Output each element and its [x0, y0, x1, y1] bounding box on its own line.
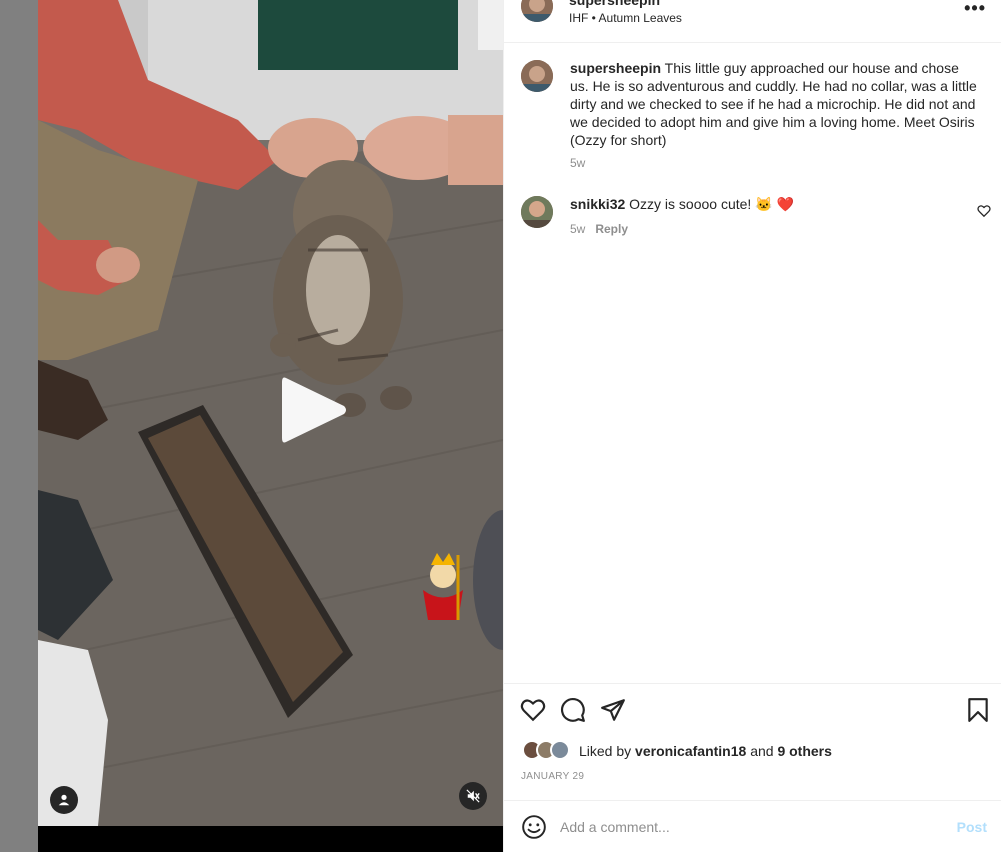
author-username[interactable]: supersheepin [569, 0, 660, 8]
post-details-panel: supersheepin IHF • Autumn Leaves ••• sup… [503, 0, 1001, 852]
commenter-username[interactable]: snikki32 [570, 196, 625, 212]
emoji-icon[interactable] [521, 814, 547, 840]
video-frame [38, 0, 503, 826]
caption-username[interactable]: supersheepin [570, 60, 661, 76]
share-icon[interactable] [600, 697, 626, 723]
play-button[interactable] [278, 372, 350, 448]
liker-username[interactable]: veronicafantin18 [635, 743, 746, 759]
post-date[interactable]: JANUARY 29 [521, 771, 584, 782]
add-comment-input[interactable] [560, 812, 940, 842]
post-header: supersheepin IHF • Autumn Leaves ••• [504, 0, 1001, 43]
instagram-post-view: supersheepin IHF • Autumn Leaves ••• sup… [0, 0, 1001, 852]
likes-prefix: Liked by [579, 743, 632, 759]
likes-joiner: and [750, 743, 774, 759]
page-gutter [0, 0, 38, 852]
comment-icon[interactable] [560, 697, 586, 723]
play-icon [282, 377, 346, 443]
comment-text: snikki32 Ozzy is soooo cute! 🐱 ❤️ [570, 195, 980, 213]
divider [504, 683, 1001, 684]
author-avatar[interactable] [521, 0, 553, 22]
like-comment-heart-icon[interactable] [977, 204, 991, 218]
bookmark-icon[interactable] [965, 697, 991, 723]
reply-button[interactable]: Reply [595, 222, 628, 236]
comment-meta: 5w Reply [570, 222, 628, 236]
caption-text: supersheepin This little guy approached … [570, 59, 980, 149]
heart-icon[interactable] [520, 697, 546, 723]
mute-toggle-button[interactable] [459, 782, 487, 810]
caption-author-avatar[interactable] [521, 60, 553, 92]
post-comment-button[interactable]: Post [957, 819, 987, 835]
likes-summary: Liked by veronicafantin18 and 9 others [579, 743, 832, 759]
divider [504, 800, 1001, 801]
commenter-avatar[interactable] [521, 196, 553, 228]
author-avatar-image [521, 0, 553, 22]
more-options-icon[interactable]: ••• [964, 0, 986, 19]
likes-others-link[interactable]: 9 others [777, 743, 831, 759]
video-letterbox [38, 826, 503, 852]
comment-timestamp[interactable]: 5w [570, 222, 585, 236]
audio-attribution[interactable]: IHF • Autumn Leaves [569, 11, 682, 25]
tagged-users-button[interactable] [50, 786, 78, 814]
comment-body: Ozzy is soooo cute! 🐱 ❤️ [629, 196, 794, 212]
caption-avatar-image [521, 60, 553, 92]
post-video[interactable] [38, 0, 503, 826]
user-tag-icon [58, 794, 70, 806]
muted-speaker-icon [466, 789, 480, 803]
likers-avatars[interactable] [522, 740, 574, 762]
commenter-avatar-image [521, 196, 553, 228]
caption-timestamp[interactable]: 5w [570, 156, 585, 170]
